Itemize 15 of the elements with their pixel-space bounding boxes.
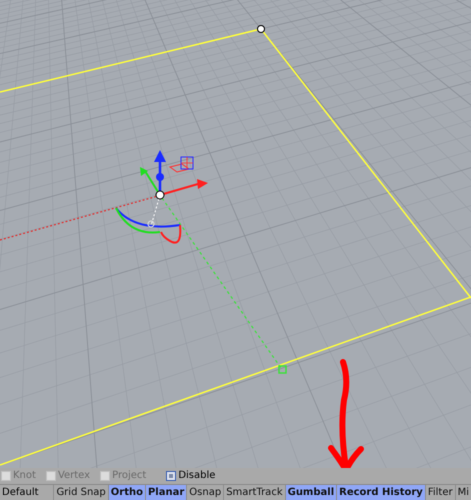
status-pane[interactable]: Mi <box>454 484 471 500</box>
status-pane[interactable]: Osnap <box>186 484 224 500</box>
checkbox-label: Project <box>112 470 146 482</box>
snap-point <box>278 365 287 374</box>
status-pane[interactable]: Gumball <box>284 484 336 500</box>
status-pane[interactable]: Ortho <box>108 484 145 500</box>
checkbox[interactable] <box>166 470 176 481</box>
status-pane[interactable]: Planar <box>144 484 186 500</box>
layer-name[interactable]: Default <box>0 484 54 500</box>
status-pane[interactable]: Filter <box>424 484 455 500</box>
control-point[interactable] <box>257 25 265 33</box>
status-pane[interactable]: Record History <box>336 484 425 500</box>
checkbox-label: Disable <box>178 470 216 482</box>
checkbox-label: Vertex <box>58 470 90 482</box>
checkbox-label: Knot <box>13 470 36 482</box>
